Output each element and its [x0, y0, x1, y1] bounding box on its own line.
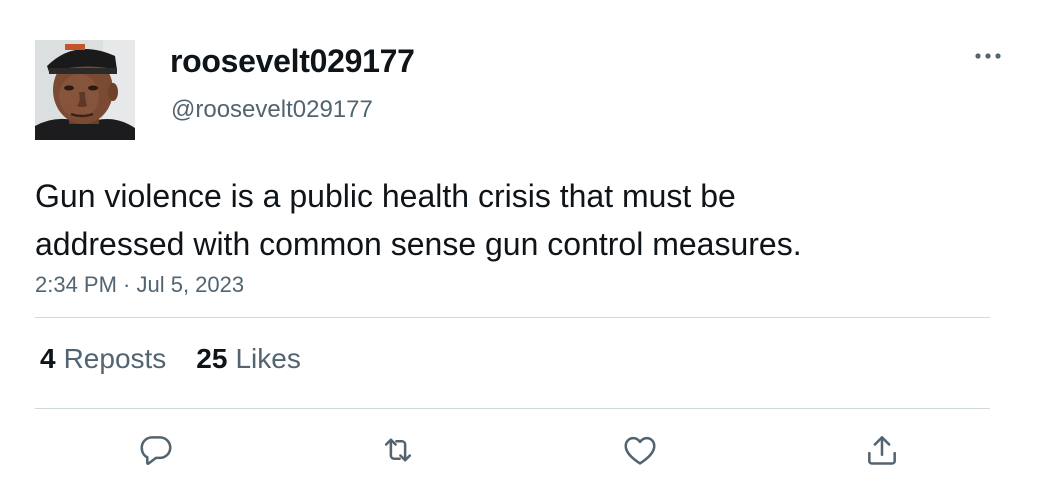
engagement-stats: 4 Reposts 25 Likes: [40, 343, 331, 375]
tweet-text-line: addressed with common sense gun control …: [35, 226, 802, 262]
more-horizontal-icon: [975, 53, 1001, 59]
likes-stat[interactable]: 25 Likes: [196, 343, 301, 375]
divider: [35, 408, 990, 409]
reply-icon: [140, 436, 172, 466]
like-icon: [624, 436, 656, 465]
likes-label: Likes: [235, 343, 301, 374]
reposts-count: 4: [40, 343, 56, 374]
likes-count: 25: [196, 343, 228, 374]
repost-icon: [384, 438, 412, 462]
reposts-stat[interactable]: 4 Reposts: [40, 343, 166, 375]
share-icon: [868, 436, 896, 465]
reposts-label: Reposts: [63, 343, 167, 374]
share-button[interactable]: [862, 430, 902, 470]
display-name[interactable]: roosevelt029177: [170, 43, 415, 80]
like-button[interactable]: [620, 430, 660, 470]
avatar-image: [35, 40, 135, 140]
tweet-text: Gun violence is a public health crisis t…: [35, 172, 995, 268]
tweet-text-line: Gun violence is a public health crisis t…: [35, 178, 736, 214]
more-options-button[interactable]: [970, 44, 1006, 68]
repost-button[interactable]: [378, 430, 418, 470]
divider: [35, 317, 990, 318]
user-handle[interactable]: @roosevelt029177: [171, 96, 373, 124]
reply-button[interactable]: [136, 430, 176, 470]
avatar[interactable]: [35, 40, 135, 140]
tweet-timestamp[interactable]: 2:34 PM · Jul 5, 2023: [35, 272, 244, 298]
